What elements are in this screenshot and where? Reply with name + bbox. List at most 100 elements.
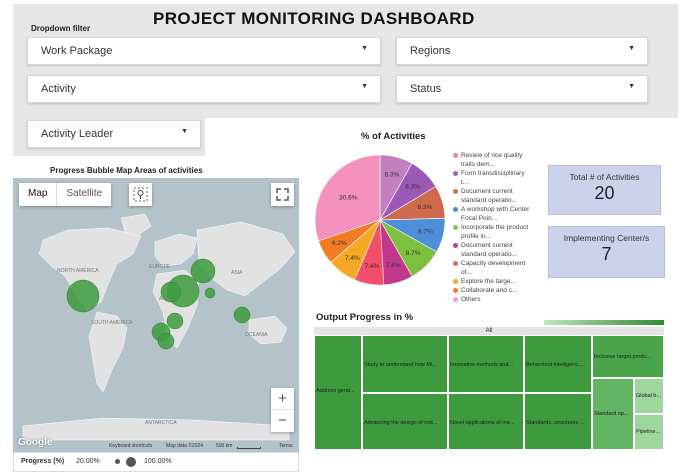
activities-pie-chart[interactable]: 8.3% 8.3% 8.3% 8.7% 8.7% 7.4% 7.4% 7.4% 6.2% 30.6…: [305, 140, 455, 300]
work-package-label: Work Package: [41, 45, 113, 57]
legend-label: A workshop with Center Focal Poin...: [461, 206, 530, 222]
pie-legend-item[interactable]: Form transdisciplinary t...: [453, 169, 533, 187]
region-label-oceania: OCEANIA: [245, 332, 268, 338]
implementing-centers-value: 7: [601, 244, 612, 264]
work-package-dropdown[interactable]: Work Package ▼: [27, 37, 381, 65]
pie-legend-item[interactable]: A workshop with Center Focal Poin...: [453, 205, 533, 223]
chevron-down-icon: ▼: [628, 83, 635, 90]
treemap-cell-label: Standard op...: [594, 411, 629, 417]
pie-slice-label: 7.4%: [386, 262, 401, 269]
pie-slice-label: 8.3%: [405, 183, 420, 190]
map-scale-bar: [237, 447, 261, 449]
pie-slice-label: 6.2%: [332, 240, 347, 247]
legend-swatch: [453, 207, 458, 212]
treemap-cell[interactable]: Pipeline...: [634, 414, 664, 450]
treemap-cell[interactable]: Behavioral intelligenc...: [524, 335, 592, 393]
activity-leader-dropdown[interactable]: Activity Leader ▼: [27, 120, 201, 148]
region-label-antarctica: ANTARCTICA: [145, 420, 177, 426]
progress-bubble[interactable]: [157, 332, 175, 350]
region-label-europe: EUROPE: [149, 264, 171, 270]
treemap-cell-label: Innovative methods and...: [450, 362, 513, 368]
europe-land: [154, 233, 198, 267]
pie-slice-label: 7.4%: [365, 263, 380, 270]
pie-slice-label: 8.7%: [406, 250, 421, 257]
oceania-land: [248, 315, 288, 345]
pegman-button[interactable]: [129, 183, 152, 206]
map-scale-label: 500 km: [216, 443, 233, 449]
filter-label: Dropdown filter: [31, 24, 91, 33]
pie-legend-item[interactable]: Incorporate the product profile in...: [453, 223, 533, 241]
treemap-cell-label: Advancing the design of inst...: [364, 420, 438, 426]
small-bubble-icon: [115, 459, 120, 464]
pie-slice-label: 8.3%: [418, 204, 433, 211]
pie-legend-item[interactable]: Document current standard operatio...: [453, 187, 533, 205]
status-dropdown[interactable]: Status ▼: [396, 75, 648, 103]
page-title: PROJECT MONITORING DASHBOARD: [153, 9, 475, 28]
legend-label: Document current standard operatio...: [461, 242, 518, 258]
legend-label: Incorporate the product profile in...: [461, 224, 529, 240]
legend-swatch: [453, 171, 458, 176]
progress-legend-max: 100.00%: [144, 458, 172, 465]
treemap-cell[interactable]: Inclusive target produ...: [592, 335, 664, 378]
regions-label: Regions: [410, 45, 451, 57]
treemap-cell[interactable]: Standard op...: [592, 378, 634, 450]
status-label: Status: [410, 83, 442, 95]
implementing-centers-label: Implementing Center/s: [563, 233, 650, 243]
pie-slice-label: 8.3%: [384, 172, 399, 179]
treemap-header[interactable]: All: [314, 327, 664, 335]
regions-dropdown[interactable]: Regions ▼: [396, 37, 648, 65]
bubble-map[interactable]: NORTH AMERICA SOUTH AMERICA EUROPE AFRIC…: [13, 178, 299, 452]
zoom-out-button[interactable]: −: [271, 410, 294, 431]
pie-legend-item[interactable]: Explore the targe...: [453, 277, 533, 286]
terms-link[interactable]: Terms: [279, 443, 293, 449]
progress-bubble[interactable]: [166, 312, 184, 330]
treemap-cell[interactable]: Study to understand how Mi...: [362, 335, 448, 393]
pie-legend-item[interactable]: Others: [453, 295, 533, 304]
total-activities-label: Total # of Activities: [569, 172, 640, 182]
treemap-cell[interactable]: Innovative methods and...: [448, 335, 524, 393]
world-map-svg: NORTH AMERICA SOUTH AMERICA EUROPE AFRIC…: [22, 213, 296, 441]
chevron-down-icon: ▼: [181, 128, 188, 135]
region-label-south-america: SOUTH AMERICA: [91, 320, 133, 326]
legend-label: Others: [461, 296, 481, 303]
pie-legend-item[interactable]: Collaborate and c...: [453, 286, 533, 295]
fullscreen-button[interactable]: [271, 183, 294, 206]
activity-dropdown[interactable]: Activity ▼: [27, 75, 381, 103]
progress-bubble[interactable]: [190, 258, 216, 284]
treemap-cell-label: Global b...: [636, 393, 662, 399]
legend-swatch: [453, 153, 458, 158]
map-type-satellite-button[interactable]: Satellite: [56, 183, 111, 206]
treemap-title: Output Progress in %: [316, 312, 414, 323]
legend-swatch: [453, 297, 458, 302]
activity-leader-label: Activity Leader: [41, 128, 114, 140]
zoom-in-button[interactable]: +: [271, 388, 294, 410]
fullscreen-icon: [276, 188, 289, 201]
pie-slice-label: 8.7%: [418, 228, 433, 235]
map-type-map-button[interactable]: Map: [19, 183, 56, 206]
chevron-down-icon: ▼: [361, 83, 368, 90]
keyboard-shortcuts-link[interactable]: Keyboard shortcuts: [109, 443, 152, 449]
legend-swatch: [453, 279, 458, 284]
treemap-cell[interactable]: Novel applications of me...: [448, 393, 524, 450]
chevron-down-icon: ▼: [628, 45, 635, 52]
progress-bubble[interactable]: [160, 281, 182, 303]
legend-swatch: [453, 288, 458, 293]
pie-legend-item[interactable]: Capacity development of...: [453, 259, 533, 277]
treemap-cell[interactable]: Global b...: [634, 378, 664, 414]
total-activities-value: 20: [594, 183, 615, 203]
dashboard-page: PROJECT MONITORING DASHBOARD Dropdown fi…: [0, 0, 680, 476]
treemap-cell[interactable]: Standards, structures,...: [524, 393, 592, 450]
progress-bubble[interactable]: [66, 279, 100, 313]
large-bubble-icon: [126, 457, 136, 467]
progress-bubble[interactable]: [204, 287, 216, 299]
treemap-cell-label: Standards, structures,...: [526, 420, 585, 426]
treemap-cell[interactable]: Address gend...: [314, 335, 362, 450]
activity-label: Activity: [41, 83, 76, 95]
pie-legend-item[interactable]: Document current standard operatio...: [453, 241, 533, 259]
pie-legend-item[interactable]: Review of rice quality traits dem...: [453, 151, 533, 169]
progress-bubble[interactable]: [233, 306, 251, 324]
treemap-cell[interactable]: Advancing the design of inst...: [362, 393, 448, 450]
map-type-toggle: Map Satellite: [19, 183, 112, 206]
legend-label: Collaborate and c...: [461, 287, 518, 294]
treemap-cell-label: Behavioral intelligenc...: [526, 362, 583, 368]
